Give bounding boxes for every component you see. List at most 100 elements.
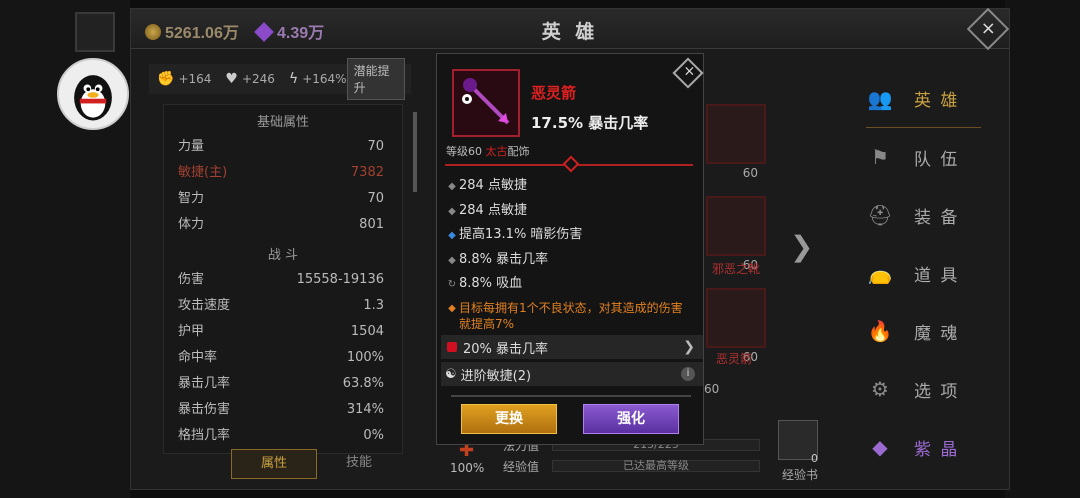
stat-scrollbar[interactable] <box>413 112 417 192</box>
stat-value: 0% <box>363 428 384 443</box>
stat-row: 暴击几率 63.8% <box>164 371 402 397</box>
bag-icon: 👝 <box>867 261 893 285</box>
bottom-tabs: 属性 技能 <box>231 449 401 479</box>
item-slot: 配饰 <box>507 145 530 158</box>
stat-list[interactable]: 基础属性 力量 70 敏捷(主) 7382 智力 70 体力 801 战 斗 伤害 155… <box>163 104 403 454</box>
item-stat-text: 8.8% 暴击几率 <box>459 251 549 267</box>
heart-icon: ♥ <box>225 71 238 87</box>
gem-stat: 20% 暴击几率 <box>463 341 549 357</box>
stat-row: 命中率 100% <box>164 345 402 371</box>
ruby-icon <box>447 342 457 352</box>
socket-gem-row[interactable]: 20% 暴击几率 ❯ <box>441 335 703 359</box>
sidebar-button[interactable] <box>75 12 115 52</box>
item-stats: ◆ 284 点敏捷 ◆ 284 点敏捷 ◆ 提高13.1% 暗影伤害 ◆ 8.8% 暴击… <box>445 174 701 332</box>
equip-slot[interactable]: 60 <box>706 196 766 272</box>
bullet-icon: ◆ <box>448 254 456 266</box>
stat-bonus-bar: ✊ +164 ♥ +246 ϟ +164% 潜能提升 <box>149 58 411 100</box>
upgrade-button[interactable]: 强化 <box>583 404 679 434</box>
tab-attributes[interactable]: 属性 <box>231 449 317 479</box>
menu-item-hero[interactable]: 👥 英 雄 <box>866 70 981 128</box>
stat-row: 暴击伤害 314% <box>164 397 402 423</box>
menu-label: 魔 魂 <box>914 323 960 344</box>
stat-value: 63.8% <box>342 376 384 391</box>
menu-label: 紫 晶 <box>914 439 960 460</box>
item-stat-line: ◆ 284 点敏捷 <box>445 174 701 199</box>
next-arrow-icon[interactable]: ❯ <box>790 230 813 263</box>
menu-label: 英 雄 <box>914 91 960 111</box>
bullet-icon: ◆ <box>448 181 456 192</box>
percent-value: 100% <box>450 461 485 475</box>
stat-name: 暴击几率 <box>178 376 231 391</box>
menu-item-crystal[interactable]: ◆ 紫 晶 <box>866 418 981 476</box>
tab-skills[interactable]: 技能 <box>317 449 401 479</box>
stat-value: 314% <box>346 402 384 417</box>
stats-panel: ✊ +164 ♥ +246 ϟ +164% 潜能提升 基础属性 力量 70 敏捷(主) 7… <box>149 58 417 459</box>
menu-item-equipment[interactable]: ⛑ 装 备 <box>866 186 981 244</box>
hero-icon: 👥 <box>867 86 893 111</box>
item-stat-line: ↻ 8.8% 吸血 <box>445 272 701 297</box>
stat-value: 1504 <box>350 324 384 339</box>
menu-item-items[interactable]: 👝 道 具 <box>866 244 981 302</box>
stat-value: 70 <box>367 139 384 154</box>
side-menu: 👥 英 雄 ⚑ 队 伍 ⛑ 装 备 👝 道 具 🔥 魔 魂 ⚙ 选 项 ◆ 紫 晶 <box>866 70 981 476</box>
qq-penguin-icon[interactable] <box>57 58 129 130</box>
fist-icon: ✊ <box>157 71 175 87</box>
fist-bonus: +164 <box>178 72 212 86</box>
equip-slot[interactable]: 60 <box>706 104 766 180</box>
book-count: 0 <box>811 452 818 465</box>
menu-label: 装 备 <box>914 207 960 228</box>
crystal-icon: ◆ <box>872 435 888 459</box>
section-battle: 战 斗 <box>267 248 299 263</box>
tooltip-close-button[interactable]: × <box>672 57 704 89</box>
stat-value: 15558-19136 <box>296 272 384 287</box>
item-stat-line: ◆ 8.8% 暴击几率 <box>445 248 701 273</box>
heart-bonus: +246 <box>241 72 275 86</box>
equip-slot[interactable]: 60 <box>706 288 766 364</box>
bullet-icon: ◆ <box>448 302 456 314</box>
menu-label: 道 具 <box>914 265 960 286</box>
stat-value: 100% <box>346 350 384 365</box>
slot-name: 邪恶之靴 <box>712 262 761 276</box>
potential-button[interactable]: 潜能提升 <box>346 58 405 100</box>
book-label: 经验书 <box>782 468 819 482</box>
menu-item-team[interactable]: ⚑ 队 伍 <box>866 128 981 186</box>
info-icon[interactable]: i <box>681 367 695 381</box>
item-stat-text: 284 点敏捷 <box>459 178 527 193</box>
slot-level: 60 <box>704 382 720 396</box>
stat-name: 暴击伤害 <box>178 402 231 417</box>
swap-button[interactable]: 更换 <box>461 404 557 434</box>
stat-name: 力量 <box>178 139 205 154</box>
advance-row[interactable]: ☯ 进阶敏捷(2) i <box>441 362 703 386</box>
slot-level: 60 <box>742 166 758 180</box>
stat-row: 体力 801 <box>164 212 402 238</box>
item-tooltip: 恶灵箭 17.5% 暴击几率 × 等级60 太古配饰 ◆ 284 点敏捷 ◆ 284… <box>436 53 704 445</box>
legendary-effect: ◆ 目标每拥有1个不良状态，对其造成的伤害就提高7% <box>445 297 701 332</box>
stat-value: 70 <box>367 191 384 206</box>
bullet-icon: ◆ <box>448 230 456 241</box>
stat-row: 智力 70 <box>164 186 402 212</box>
page-title: 英 雄 <box>541 21 599 43</box>
stat-value: 7382 <box>350 165 384 180</box>
top-bar: 5261.06万 4.39万 英 雄 × <box>131 7 1010 51</box>
stat-row: 伤害 15558-19136 <box>164 267 402 293</box>
menu-item-options[interactable]: ⚙ 选 项 <box>866 360 981 418</box>
gear-icon: ⚙ <box>871 377 889 401</box>
yin-yang-icon: ☯ <box>445 366 457 382</box>
stat-name: 敏捷(主) <box>178 165 228 180</box>
stat-name: 伤害 <box>178 272 205 287</box>
stat-value: 1.3 <box>363 298 384 313</box>
stat-row: 护甲 1504 <box>164 319 402 345</box>
menu-item-soul[interactable]: 🔥 魔 魂 <box>866 302 981 360</box>
menu-label: 选 项 <box>914 381 960 402</box>
item-rarity: 太古 <box>485 145 508 158</box>
item-main-stat: 17.5% 暴击几率 <box>531 114 649 132</box>
stat-name: 体力 <box>178 217 205 232</box>
close-icon: × <box>683 63 696 80</box>
advance-text: 进阶敏捷(2) <box>460 368 532 384</box>
divider <box>451 395 691 397</box>
stat-row: 力量 70 <box>164 134 402 160</box>
exp-label: 经验值 <box>503 460 540 474</box>
exp-bar: 已达最高等级 <box>552 460 760 472</box>
lifesteal-icon: ↻ <box>447 279 457 290</box>
item-level-line: 等级60 太古配饰 <box>446 143 530 159</box>
